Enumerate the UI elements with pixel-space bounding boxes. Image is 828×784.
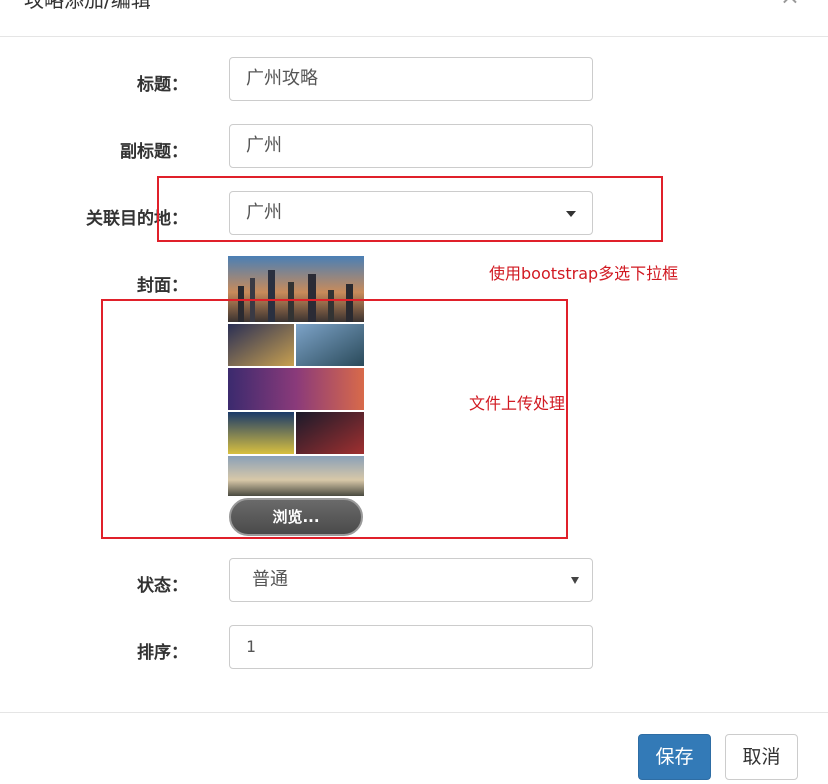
multiselect-annotation-text: 使用bootstrap多选下拉框 — [489, 264, 679, 283]
chevron-down-icon — [566, 211, 576, 217]
footer-divider — [0, 712, 828, 713]
sort-input[interactable]: 1 — [229, 625, 593, 669]
caret-down-icon — [571, 577, 579, 584]
destination-selected-value: 广州 — [246, 202, 282, 223]
title-input[interactable]: 广州攻略 — [229, 57, 593, 101]
cover-label: 封面： — [137, 276, 188, 296]
upload-annotation-text: 文件上传处理 — [469, 394, 566, 413]
subtitle-label: 副标题： — [120, 142, 188, 162]
status-label: 状态： — [137, 576, 188, 596]
destination-label: 关联目的地： — [86, 209, 188, 229]
status-select[interactable]: 普通 — [229, 558, 593, 602]
subtitle-input[interactable]: 广州 — [229, 124, 593, 168]
save-button[interactable]: 保存 — [638, 734, 711, 780]
cover-image — [228, 256, 364, 496]
cancel-button[interactable]: 取消 — [725, 734, 798, 780]
status-selected-value: 普通 — [252, 569, 288, 590]
destination-select[interactable]: 广州 — [229, 191, 593, 235]
browse-button[interactable]: 浏览... — [229, 498, 363, 536]
sort-label: 排序： — [137, 643, 188, 663]
dialog-title: 攻略添加/编辑 — [24, 0, 151, 12]
close-icon[interactable]: × — [780, 0, 800, 8]
edit-dialog: 攻略添加/编辑 × 标题： 广州攻略 副标题： 广州 关联目的地： 广州 封面： — [0, 0, 828, 784]
cover-collage-icon — [228, 256, 364, 496]
title-label: 标题： — [137, 75, 188, 95]
dialog-header: 攻略添加/编辑 × — [0, 0, 828, 37]
